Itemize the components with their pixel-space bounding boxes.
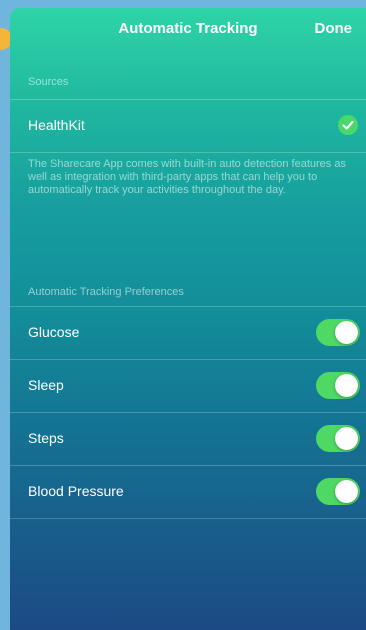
glucose-toggle[interactable] <box>316 319 360 346</box>
preference-row-glucose: Glucose <box>10 307 366 359</box>
toggle-knob <box>335 321 358 344</box>
automatic-tracking-screen: Automatic Tracking Done Sources HealthKi… <box>10 8 366 630</box>
preference-label: Sleep <box>28 377 64 393</box>
preference-label: Steps <box>28 430 64 446</box>
divider <box>10 152 366 153</box>
preferences-section-header: Automatic Tracking Preferences <box>28 286 184 298</box>
done-button[interactable]: Done <box>315 20 353 37</box>
source-row-healthkit[interactable]: HealthKit <box>10 100 366 152</box>
steps-toggle[interactable] <box>316 425 360 452</box>
page-title: Automatic Tracking <box>118 20 258 37</box>
blood-pressure-toggle[interactable] <box>316 478 360 505</box>
preference-row-blood-pressure: Blood Pressure <box>10 466 366 518</box>
preference-row-sleep: Sleep <box>10 360 366 412</box>
preference-label: Blood Pressure <box>28 483 124 499</box>
toggle-knob <box>335 480 358 503</box>
divider <box>10 518 366 519</box>
source-label: HealthKit <box>28 117 85 133</box>
sources-description: The Sharecare App comes with built-in au… <box>28 158 346 196</box>
device-background: Automatic Tracking Done Sources HealthKi… <box>0 0 366 630</box>
toggle-knob <box>335 427 358 450</box>
toggle-knob <box>335 374 358 397</box>
navigation-bar: Automatic Tracking Done <box>10 8 366 52</box>
preference-label: Glucose <box>28 324 80 340</box>
sources-section-header: Sources <box>28 76 69 88</box>
sleep-toggle[interactable] <box>316 372 360 399</box>
checkmark-icon <box>338 115 358 135</box>
preference-row-steps: Steps <box>10 413 366 465</box>
